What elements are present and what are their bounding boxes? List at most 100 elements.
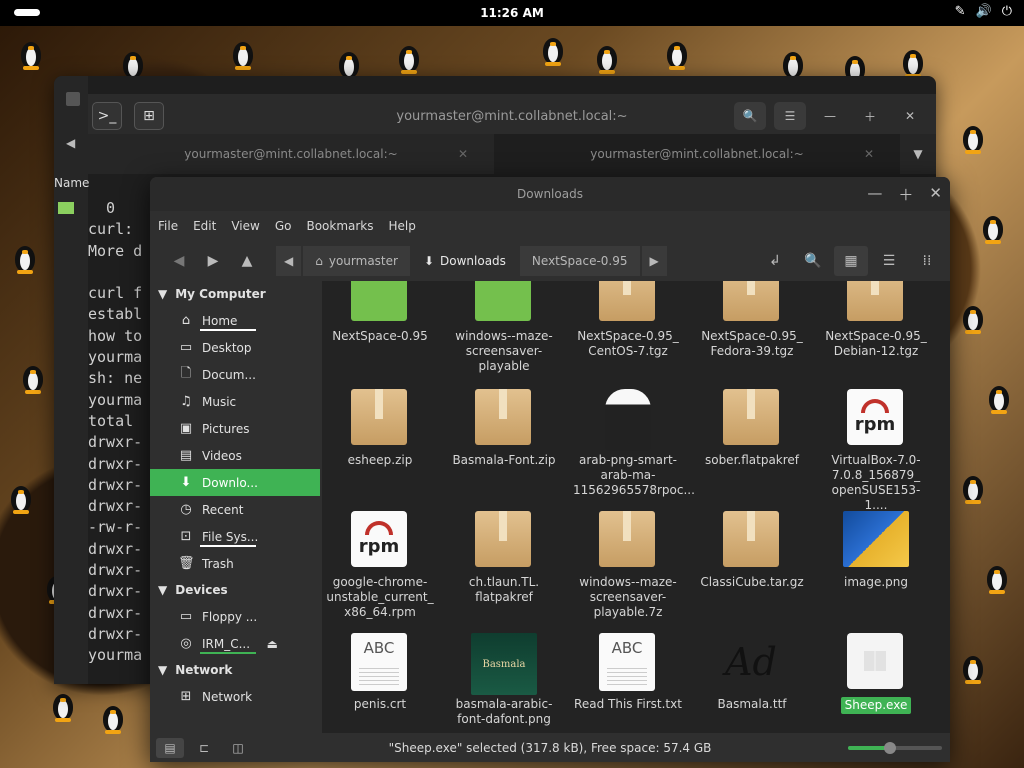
maximize-button[interactable]: ＋: [854, 102, 886, 130]
zoom-slider-knob[interactable]: [884, 742, 897, 754]
file-name: ch.tlaun.TL. flatpakref: [468, 575, 540, 604]
compact-view-icon[interactable]: ⁞⁞: [910, 246, 944, 276]
sidebar-item-pictures[interactable]: ▣ Pictures: [150, 415, 320, 442]
sidebar-section-network[interactable]: ▼ Network: [150, 657, 320, 683]
close-button[interactable]: ✕: [894, 102, 926, 130]
sidebar-item-network[interactable]: ⊞ Network: [150, 683, 320, 710]
file-item[interactable]: Basmala basmala-arabic-font-dafont.png: [449, 633, 559, 727]
file-item[interactable]: NextSpace-0.95_ CentOS-7.tgz: [573, 281, 683, 359]
menu-view[interactable]: View: [231, 219, 259, 233]
sidebar-section-devices[interactable]: ▼ Devices: [150, 577, 320, 603]
sidebar-item-videos[interactable]: ▤ Videos: [150, 442, 320, 469]
back-icon[interactable]: ◀: [162, 246, 196, 276]
file-item[interactable]: ABC Read This First.txt: [573, 633, 683, 712]
file-item[interactable]: ClassiCube.tar.gz: [697, 511, 807, 590]
terminal-line: drwxr-: [88, 475, 143, 494]
icon-view-icon[interactable]: ▦: [834, 246, 868, 276]
close-tab-icon[interactable]: ✕: [458, 147, 468, 161]
close-tab-icon[interactable]: ✕: [864, 147, 874, 161]
sidebar-item-trash[interactable]: 🗑 Trash: [150, 550, 320, 577]
terminal-line: drwxr-: [88, 561, 143, 580]
menu-button[interactable]: ☰: [774, 102, 806, 130]
file-item[interactable]: windows--maze-screensaver-playable: [449, 281, 559, 374]
clock[interactable]: 11:26 AM: [480, 6, 544, 20]
sidebar-item-desktop[interactable]: ▭ Desktop: [150, 334, 320, 361]
file-item[interactable]: esheep.zip: [325, 389, 435, 468]
terminal-line: establ: [88, 305, 143, 324]
penguin-icon: [594, 40, 620, 74]
file-item[interactable]: Ad Basmala.ttf: [697, 633, 807, 712]
breadcrumb-right-arrow-icon[interactable]: ▶: [641, 246, 667, 276]
breadcrumb-home[interactable]: ⌂ yourmaster: [303, 246, 410, 276]
file-item[interactable]: Basmala-Font.zip: [449, 389, 559, 468]
menu-help[interactable]: Help: [389, 219, 416, 233]
sidebar-item-home[interactable]: ⌂ Home: [150, 307, 320, 334]
terminal-icon[interactable]: >_: [92, 102, 122, 130]
toggle-location-icon[interactable]: ↲: [758, 246, 792, 276]
forward-icon[interactable]: ▶: [196, 246, 230, 276]
file-item[interactable]: arab-png-smart-arab-ma- 11562965578rpoc..…: [573, 389, 695, 498]
file-item[interactable]: NextSpace-0.95_ Debian-12.tgz: [821, 281, 931, 359]
file-item[interactable]: rpm google-chrome-unstable_current_ x86_64…: [325, 511, 435, 620]
file-item[interactable]: ABC penis.crt: [325, 633, 435, 712]
terminal-output[interactable]: 0 curl: More d curl f establ how to yourma sh:…: [88, 198, 142, 667]
sidebar-item-music[interactable]: ♫ Music: [150, 388, 320, 415]
pictures-icon: ▣: [179, 421, 193, 436]
up-icon[interactable]: ▲: [230, 246, 264, 276]
documents-icon: 🗋: [180, 365, 192, 381]
eject-icon[interactable]: ⏏: [267, 637, 278, 651]
menu-go[interactable]: Go: [275, 219, 292, 233]
tabs-dropdown-icon[interactable]: ▼: [900, 134, 936, 174]
tree-toggle-icon[interactable]: ⊏: [190, 738, 218, 758]
file-item[interactable]: image.png: [821, 511, 931, 590]
power-icon[interactable]: ⏻: [1002, 4, 1012, 19]
search-button[interactable]: 🔍: [734, 102, 766, 130]
zoom-slider[interactable]: [848, 742, 942, 754]
chevron-down-icon: ▼: [158, 583, 168, 597]
sidebar-item-label: Downlo...: [202, 475, 258, 490]
activities-button[interactable]: [14, 9, 40, 16]
minimize-button[interactable]: —: [867, 184, 882, 205]
maximize-button[interactable]: ＋: [898, 184, 913, 205]
sidebar-item-documents[interactable]: 🗋 Docum...: [150, 361, 320, 388]
hide-sidebar-icon[interactable]: ◫: [224, 738, 252, 758]
search-icon[interactable]: 🔍: [796, 246, 830, 276]
sidebar-section-my-computer[interactable]: ▼ My Computer: [150, 281, 320, 307]
file-item[interactable]: windows--maze-screensaver-playable.7z: [573, 511, 683, 620]
network-icon: ⊞: [180, 689, 192, 704]
file-item[interactable]: NextSpace-0.95: [325, 281, 435, 344]
file-name: NextSpace-0.95_ Fedora-39.tgz: [701, 329, 803, 358]
file-item[interactable]: ch.tlaun.TL. flatpakref: [449, 511, 559, 605]
menu-file[interactable]: File: [158, 219, 178, 233]
terminal-tab[interactable]: yourmaster@mint.collabnet.local:~ ✕: [88, 134, 494, 174]
file-item[interactable]: NextSpace-0.95_ Fedora-39.tgz: [697, 281, 807, 359]
file-item[interactable]: sober.flatpakref: [697, 389, 807, 468]
file-name: NextSpace-0.95_ Debian-12.tgz: [825, 329, 927, 358]
breadcrumb-nextspace[interactable]: NextSpace-0.95: [519, 246, 640, 276]
file-item[interactable]: Sheep.exe: [821, 633, 931, 714]
pen-icon[interactable]: ✎: [955, 4, 966, 19]
sidebar-item-downloads[interactable]: ⬇ Downlo...: [150, 469, 320, 496]
minimize-button[interactable]: —: [814, 102, 846, 130]
list-view-icon[interactable]: ☰: [872, 246, 906, 276]
menu-edit[interactable]: Edit: [193, 219, 216, 233]
breadcrumb-downloads[interactable]: ⬇ Downloads: [411, 246, 518, 276]
sidebar-item-floppy[interactable]: ▭ Floppy ...: [150, 603, 320, 630]
sidebar-item-file-system[interactable]: ⊡ File Sys...: [150, 523, 320, 550]
sidebar-item-optical[interactable]: ◎ IRM_C... ⏏: [150, 630, 320, 657]
terminal-tab-active[interactable]: yourmaster@mint.collabnet.local:~ ✕: [494, 134, 900, 174]
penguin-icon: [120, 46, 146, 80]
fm-titlebar[interactable]: Downloads — ＋ ✕: [150, 177, 950, 211]
close-button[interactable]: ✕: [929, 184, 942, 205]
usage-bar: [200, 329, 256, 331]
new-tab-button[interactable]: ⊞: [134, 102, 164, 130]
volume-icon[interactable]: 🔊: [976, 4, 992, 19]
places-toggle-icon[interactable]: ▤: [156, 737, 184, 758]
menu-bookmarks[interactable]: Bookmarks: [306, 219, 373, 233]
sidebar-item-recent[interactable]: ◷ Recent: [150, 496, 320, 523]
file-item[interactable]: rpm VirtualBox-7.0- 7.0.8_156879_ openSUSE1…: [821, 389, 931, 513]
back-arrow-icon[interactable]: ◀: [66, 136, 75, 150]
file-thumbnail: [847, 633, 905, 691]
terminal-line: drwxr-: [88, 603, 143, 622]
breadcrumb-left-arrow-icon[interactable]: ◀: [276, 246, 302, 276]
